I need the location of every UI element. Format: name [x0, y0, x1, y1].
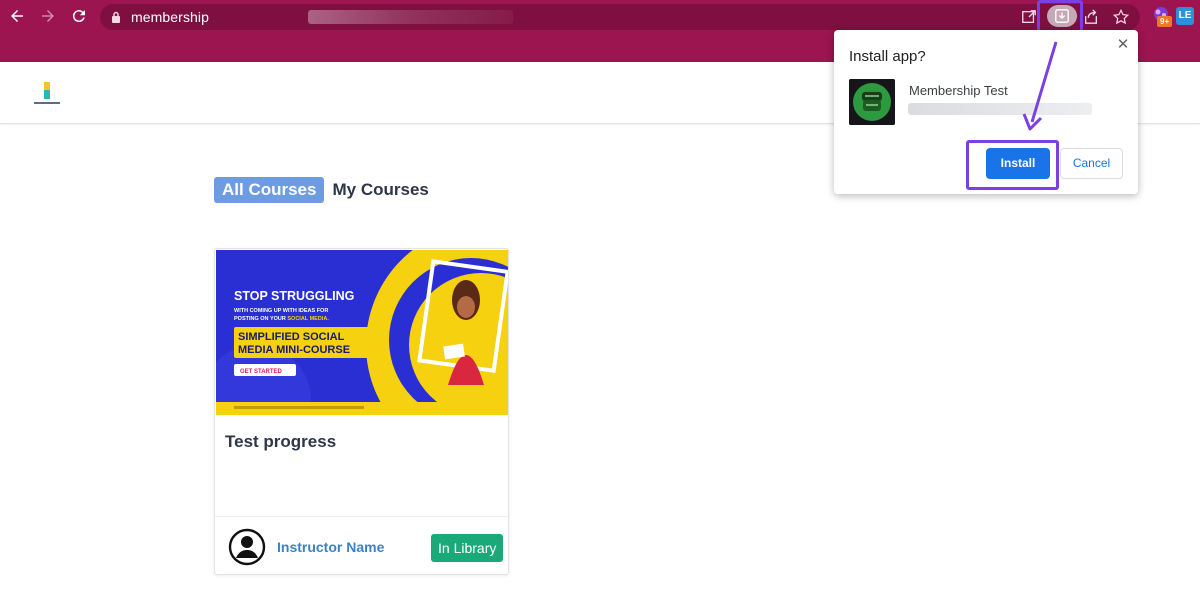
avatar-icon [228, 528, 266, 566]
address-bar[interactable]: membership [100, 4, 1140, 30]
course-card[interactable]: STOP STRUGGLING WITH COMING UP WITH IDEA… [214, 248, 509, 575]
site-logo[interactable] [32, 80, 62, 108]
app-icon [849, 79, 895, 125]
share-icon[interactable] [1082, 8, 1100, 26]
dialog-title: Install app? [849, 48, 926, 65]
tab-my-courses[interactable]: My Courses [328, 177, 436, 203]
close-icon[interactable]: ✕ [1114, 36, 1132, 54]
course-title[interactable]: Test progress [225, 432, 336, 452]
forward-arrow-icon[interactable] [37, 5, 59, 27]
thumb-headline: STOP STRUGGLING [234, 289, 354, 303]
reload-icon[interactable] [68, 5, 90, 27]
lock-icon [112, 11, 120, 23]
url-redacted [308, 10, 513, 24]
thumb-course-line-2: MEDIA MINI-COURSE [238, 344, 350, 356]
install-button[interactable]: Install [986, 148, 1050, 179]
bookmark-star-icon[interactable] [1112, 8, 1130, 26]
open-in-app-icon[interactable] [1020, 8, 1038, 26]
url-text: membership [131, 9, 210, 25]
browser-window: membership 9+ LE All Courses My Courses … [0, 0, 1200, 615]
tab-all-courses[interactable]: All Courses [214, 177, 325, 203]
instructor-link[interactable]: Instructor Name [277, 539, 384, 555]
thumb-cta: GET STARTED [240, 369, 283, 375]
back-arrow-icon[interactable] [6, 5, 28, 27]
thumb-subline-1: WITH COMING UP WITH IDEAS FOR [234, 308, 328, 314]
cancel-button[interactable]: Cancel [1060, 148, 1123, 179]
app-name: Membership Test [909, 83, 1008, 98]
thumb-subline-2-prefix: POSTING ON YOUR [234, 316, 286, 322]
thumb-subline-2-emph: SOCIAL MEDIA. [287, 316, 329, 322]
extension-icon-2[interactable]: LE [1176, 7, 1194, 25]
course-tabs: All Courses My Courses [214, 177, 437, 203]
thumb-course-line-1: SIMPLIFIED SOCIAL [238, 331, 345, 343]
annotation-arrow [1022, 41, 1058, 131]
card-footer: Instructor Name In Library [215, 516, 508, 574]
svg-text:POSTING ON YOUR SOCIAL MEDIA.: POSTING ON YOUR SOCIAL MEDIA. [234, 316, 329, 322]
install-app-dialog: Install app? ✕ Membership Test Install C… [834, 30, 1138, 194]
course-thumbnail[interactable]: STOP STRUGGLING WITH COMING UP WITH IDEA… [216, 250, 509, 415]
in-library-badge[interactable]: In Library [431, 534, 504, 562]
extension-badge: 9+ [1157, 16, 1173, 27]
